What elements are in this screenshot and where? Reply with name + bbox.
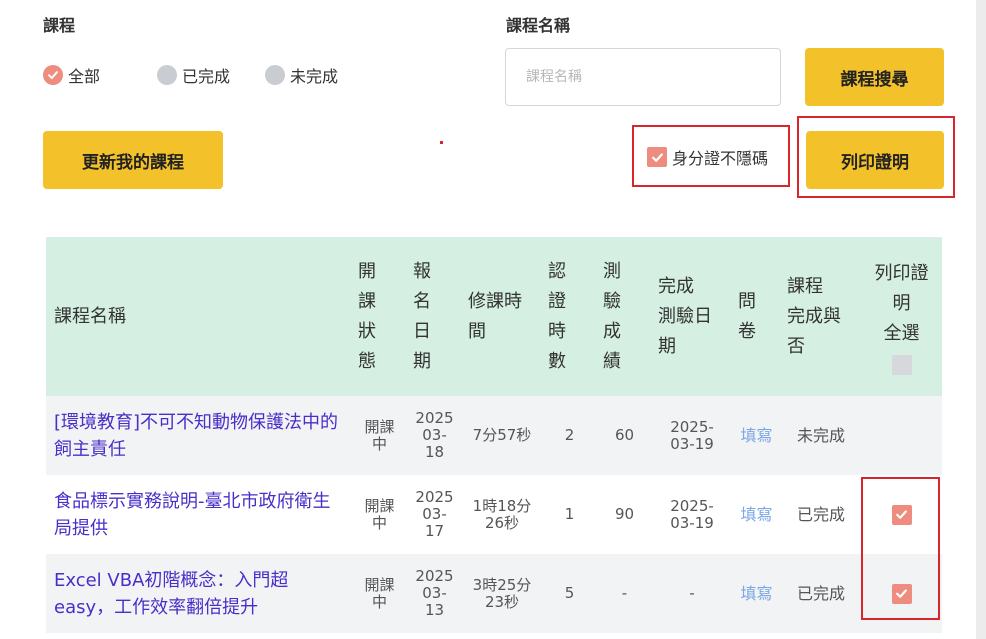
table-row: [環境教育]不可不知動物保護法中的飼主責任 開課中 2025 03- 18 7分57… <box>46 396 942 475</box>
update-my-courses-button[interactable]: 更新我的課程 <box>43 131 223 189</box>
course-table: 課程名稱 開課狀態 報名日期 修課時間 認證時數 測驗成績 完成測驗日期 問卷 <box>46 237 942 633</box>
header-open-status: 開課狀態 <box>352 237 407 396</box>
open-status-cell: 開課中 <box>352 475 407 554</box>
test-date-cell: - <box>652 554 732 633</box>
print-checkbox-cell <box>861 396 942 475</box>
header-course-name: 課程名稱 <box>46 237 352 396</box>
radio-dot-icon <box>265 65 285 85</box>
enroll-date-cell: 2025 03- 18 <box>407 396 462 475</box>
radio-label: 已完成 <box>182 67 231 86</box>
open-status-cell: 開課中 <box>352 396 407 475</box>
print-certificate-checkbox[interactable] <box>891 504 912 525</box>
header-print-select-all: 列印證明全選 <box>861 237 942 396</box>
radio-all[interactable]: 全部 <box>43 63 100 87</box>
id-unmask-checkbox[interactable]: 身分證不隱碼 <box>647 145 768 169</box>
study-time-cell: 7分57秒 <box>462 396 542 475</box>
test-date-cell: 2025- 03-19 <box>652 475 732 554</box>
id-unmask-label: 身分證不隱碼 <box>672 149 769 168</box>
course-name-link[interactable]: 食品標示實務說明-臺北市政府衛生局提供 <box>46 475 352 554</box>
header-cert-hours: 認證時數 <box>542 237 597 396</box>
enroll-date-cell: 2025 03- 13 <box>407 554 462 633</box>
survey-fill-link[interactable]: 填寫 <box>732 554 781 633</box>
radio-completed[interactable]: 已完成 <box>157 63 230 87</box>
test-score-cell: 90 <box>597 475 652 554</box>
course-name-link[interactable]: Excel VBA初階概念：入門超easy，工作效率翻倍提升 <box>46 554 352 633</box>
select-all-checkbox[interactable] <box>891 354 912 375</box>
study-time-cell: 1時18分 26秒 <box>462 475 542 554</box>
course-name-label: 課程名稱 <box>506 16 571 35</box>
print-certificate-button[interactable]: 列印證明 <box>806 131 944 189</box>
cert-hours-cell: 2 <box>542 396 597 475</box>
cert-hours-cell: 5 <box>542 554 597 633</box>
table-row: 食品標示實務說明-臺北市政府衛生局提供 開課中 2025 03- 17 1時18分 2… <box>46 475 942 554</box>
annotation-dot <box>440 141 443 144</box>
radio-dot-icon <box>157 65 177 85</box>
study-time-cell: 3時25分 23秒 <box>462 554 542 633</box>
enroll-date-cell: 2025 03- 17 <box>407 475 462 554</box>
test-score-cell: - <box>597 554 652 633</box>
table-row: Excel VBA初階概念：入門超easy，工作效率翻倍提升 開課中 2025 0… <box>46 554 942 633</box>
print-checkbox-cell <box>861 475 942 554</box>
check-icon <box>896 589 907 598</box>
table-header-row: 課程名稱 開課狀態 報名日期 修課時間 認證時數 測驗成績 完成測驗日期 問卷 <box>46 237 942 396</box>
radio-label: 未完成 <box>290 67 339 86</box>
print-checkbox-cell <box>861 554 942 633</box>
radio-label: 全部 <box>68 67 101 86</box>
test-date-cell: 2025- 03-19 <box>652 396 732 475</box>
test-score-cell: 60 <box>597 396 652 475</box>
header-completion: 課程 完成與否 <box>781 237 861 396</box>
check-icon <box>43 65 63 85</box>
course-search-button[interactable]: 課程搜尋 <box>805 48 944 106</box>
survey-fill-link[interactable]: 填寫 <box>732 475 781 554</box>
header-survey: 問卷 <box>732 237 781 396</box>
check-icon <box>647 147 667 167</box>
cert-hours-cell: 1 <box>542 475 597 554</box>
completion-status-cell: 已完成 <box>781 475 861 554</box>
course-name-search-input[interactable] <box>505 48 781 106</box>
header-enroll-date: 報名日期 <box>407 237 462 396</box>
completion-status-cell: 未完成 <box>781 396 861 475</box>
survey-fill-link[interactable]: 填寫 <box>732 396 781 475</box>
page-scroll-gutter <box>976 0 986 639</box>
open-status-cell: 開課中 <box>352 554 407 633</box>
check-icon <box>896 510 907 519</box>
course-filter-label: 課程 <box>43 16 76 35</box>
header-study-time: 修課時間 <box>462 237 542 396</box>
course-name-link[interactable]: [環境教育]不可不知動物保護法中的飼主責任 <box>46 396 352 475</box>
header-test-score: 測驗成績 <box>597 237 652 396</box>
completion-status-cell: 已完成 <box>781 554 861 633</box>
print-certificate-checkbox[interactable] <box>891 583 912 604</box>
radio-incomplete[interactable]: 未完成 <box>265 63 338 87</box>
header-test-date: 完成 測驗日期 <box>652 237 732 396</box>
